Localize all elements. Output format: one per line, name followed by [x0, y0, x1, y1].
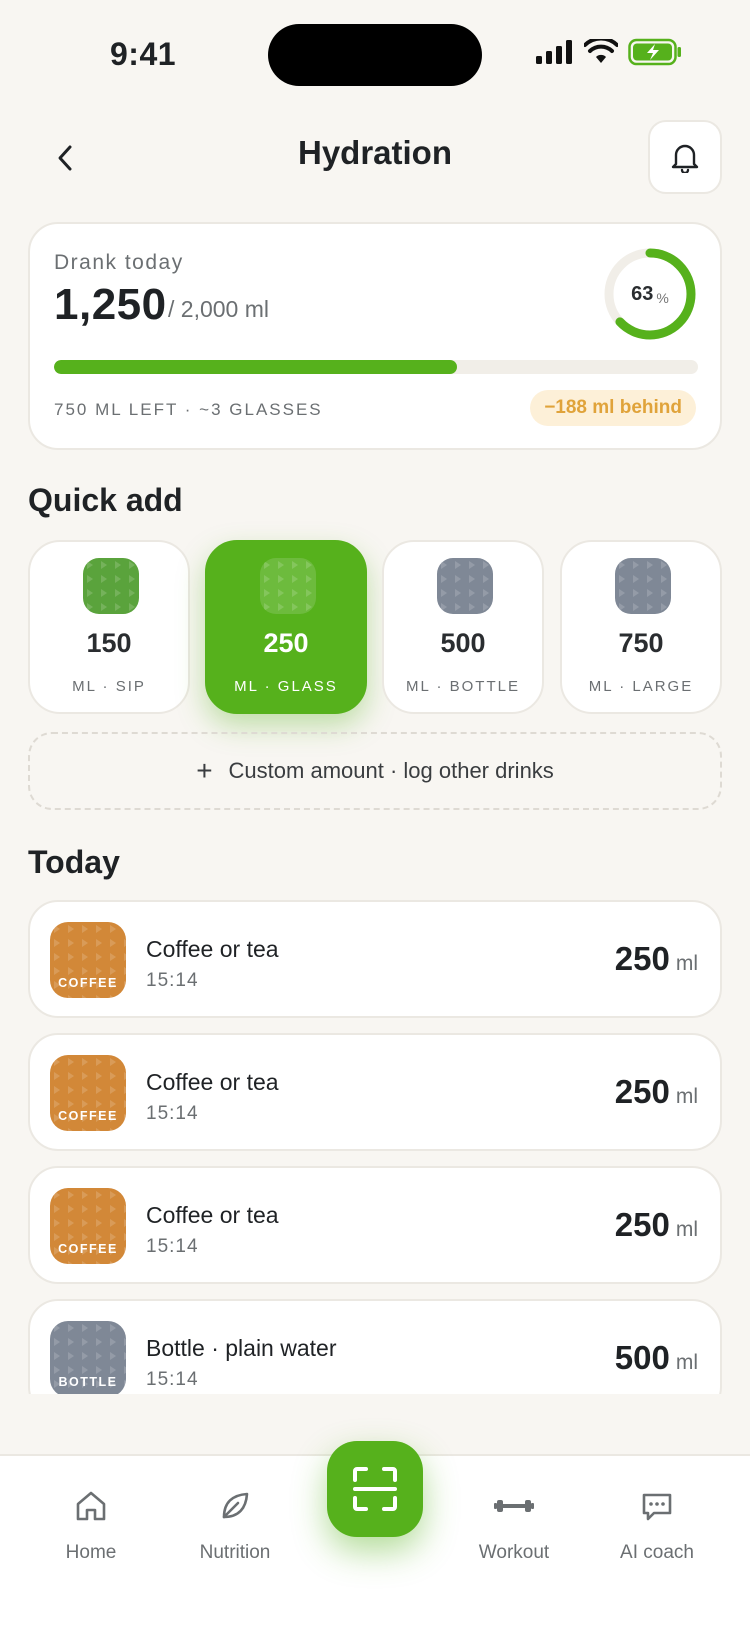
tile-label: ML · GLASS: [234, 678, 338, 695]
chat-icon: [597, 1484, 717, 1528]
notifications-button[interactable]: [648, 120, 722, 194]
entry-unit: ml: [675, 1218, 698, 1241]
tile-label: ML · BOTTLE: [406, 678, 520, 695]
percent-sign: %: [656, 290, 669, 306]
entry-time: 15:14: [146, 970, 199, 991]
bell-icon: [671, 144, 699, 173]
quick-add-tile-sip[interactable]: 150 ML · SIP: [28, 540, 190, 714]
entry-value: 250: [614, 1206, 670, 1243]
percent-value: 63: [631, 282, 654, 305]
today-title: Today: [28, 844, 120, 880]
entry-amount: 250 ml: [615, 940, 698, 978]
quick-add-tile-glass[interactable]: 250 ML · GLASS: [205, 540, 367, 714]
entry-time: 15:14: [146, 1103, 199, 1124]
entry-amount: 250 ml: [615, 1206, 698, 1244]
nav-label: AI coach: [620, 1542, 694, 1563]
quick-add-tile-large[interactable]: 750 ML · LARGE: [560, 540, 722, 714]
signal-icon: [536, 40, 572, 64]
nav-label: Nutrition: [199, 1542, 271, 1563]
entry-amount: 250 ml: [615, 1073, 698, 1111]
progress-ring-label: 63 %: [602, 246, 698, 342]
scan-icon: [353, 1467, 397, 1511]
thumb-label: COFFEE: [58, 1109, 118, 1123]
quick-add-title: Quick add: [28, 482, 183, 518]
entry-value: 500: [614, 1339, 670, 1376]
list-item[interactable]: COFFEE Coffee or tea 15:14 250 ml: [28, 1166, 722, 1284]
coffee-icon: COFFEE: [50, 1188, 126, 1264]
custom-amount-button[interactable]: + Custom amount · log other drinks: [28, 732, 722, 810]
entry-time: 15:14: [146, 1236, 199, 1257]
large-bottle-icon: [615, 558, 671, 614]
status-time: 9:41: [110, 36, 177, 72]
behind-badge: −188 ml behind: [530, 390, 696, 426]
entry-name: Coffee or tea: [146, 1069, 279, 1095]
list-item[interactable]: COFFEE Coffee or tea 15:14 250 ml: [28, 1033, 722, 1151]
scan-button[interactable]: [327, 1441, 423, 1537]
tile-label: ML · LARGE: [588, 678, 694, 695]
drank-today-value: 1,250: [54, 280, 167, 329]
remaining-text: 750 ML LEFT · ~3 GLASSES: [54, 400, 323, 419]
drank-today-label: Drank today: [54, 251, 184, 274]
plus-icon: +: [196, 755, 213, 786]
cup-icon: [83, 558, 139, 614]
battery-icon: [628, 38, 681, 66]
page-title: Hydration: [297, 134, 452, 171]
entry-amount: 500 ml: [615, 1339, 698, 1377]
bottle-icon: BOTTLE: [50, 1321, 126, 1394]
progress-bar: [54, 360, 698, 374]
entry-name: Bottle · plain water: [146, 1335, 337, 1361]
dynamic-island: [268, 24, 482, 86]
home-icon: [31, 1484, 151, 1528]
entry-name: Coffee or tea: [146, 936, 279, 962]
thumb-label: COFFEE: [58, 976, 118, 990]
entry-unit: ml: [675, 1351, 698, 1374]
wifi-icon: [584, 39, 618, 63]
entry-value: 250: [614, 1073, 670, 1110]
entry-unit: ml: [675, 1085, 698, 1108]
tile-amount: 250: [263, 628, 309, 658]
status-icons: [536, 38, 682, 66]
entry-unit: ml: [675, 952, 698, 975]
dumbbell-icon: [454, 1484, 574, 1528]
quick-add-tile-bottle[interactable]: 500 ML · BOTTLE: [382, 540, 544, 714]
leaf-icon: [175, 1484, 295, 1528]
bottle-icon: [437, 558, 493, 614]
nav-item-home[interactable]: Home: [31, 1484, 151, 1564]
entry-name: Coffee or tea: [146, 1202, 279, 1228]
tile-amount: 150: [86, 628, 132, 658]
list-item[interactable]: COFFEE Coffee or tea 15:14 250 ml: [28, 900, 722, 1018]
nav-item-workout[interactable]: Workout: [454, 1484, 574, 1564]
today-list[interactable]: COFFEE Coffee or tea 15:14 250 ml COFFEE…: [0, 896, 750, 1394]
thumb-label: COFFEE: [58, 1242, 118, 1256]
hydration-summary-card: Drank today 1,250 / 2,000 ml 63 % 750 ML…: [28, 222, 722, 450]
progress-bar-fill: [54, 360, 457, 374]
nav-label: Home: [65, 1542, 117, 1563]
entry-value: 250: [614, 940, 670, 977]
nav-item-ai-coach[interactable]: AI coach: [597, 1484, 717, 1564]
list-item[interactable]: BOTTLE Bottle · plain water 15:14 500 ml: [28, 1299, 722, 1394]
nav-label: Workout: [478, 1542, 550, 1563]
glass-icon: [260, 558, 316, 614]
custom-amount-label: Custom amount · log other drinks: [228, 758, 554, 783]
daily-goal: / 2,000 ml: [168, 296, 269, 322]
status-bar: 9:41: [0, 0, 750, 110]
tile-label: ML · SIP: [72, 678, 146, 695]
tile-amount: 500: [440, 628, 486, 658]
tile-amount: 750: [618, 628, 664, 658]
coffee-icon: COFFEE: [50, 1055, 126, 1131]
coffee-icon: COFFEE: [50, 922, 126, 998]
thumb-label: BOTTLE: [58, 1375, 118, 1389]
nav-item-nutrition[interactable]: Nutrition: [175, 1484, 295, 1564]
entry-time: 15:14: [146, 1369, 199, 1390]
